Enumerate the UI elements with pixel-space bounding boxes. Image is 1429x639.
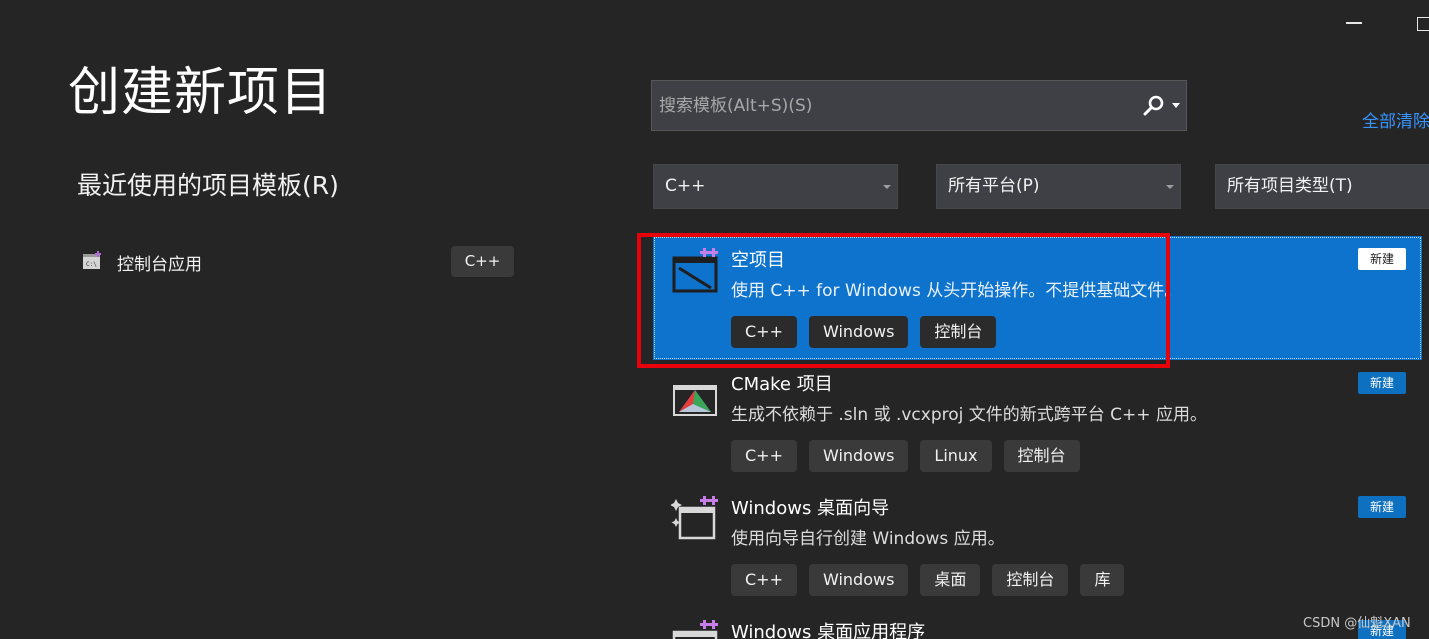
cmake-icon	[671, 370, 719, 418]
recent-templates-heading: 最近使用的项目模板(R)	[77, 171, 339, 200]
project-type-filter-value: 所有项目类型(T)	[1227, 176, 1353, 196]
clear-all-link[interactable]: 全部清除	[1362, 107, 1429, 132]
page-title: 创建新项目	[68, 63, 334, 123]
watermark: CSDN @仙魁XAN	[1303, 616, 1411, 631]
console-app-icon: C:\	[82, 250, 104, 272]
desktop-app-icon	[671, 618, 719, 639]
template-description: 生成不依赖于 .sln 或 .vcxproj 文件的新式跨平台 C++ 应用。	[731, 405, 1207, 425]
search-options-chevron-icon[interactable]	[1172, 103, 1180, 108]
maximize-icon[interactable]	[1417, 17, 1429, 31]
template-tags: C++ Windows 桌面 控制台 库	[731, 564, 1125, 596]
chevron-down-icon	[883, 185, 891, 189]
recent-item-console-app[interactable]: C:\ 控制台应用 C++	[80, 244, 520, 280]
template-tag: C++	[731, 440, 797, 472]
search-icon[interactable]	[1142, 94, 1166, 118]
template-tag: Linux	[920, 440, 992, 472]
template-tag: 控制台	[992, 564, 1069, 596]
template-item-empty-project[interactable]: 空项目 使用 C++ for Windows 从头开始操作。不提供基础文件。 C…	[653, 236, 1422, 360]
template-item-windows-desktop-wizard[interactable]: Windows 桌面向导 使用向导自行创建 Windows 应用。 C++ Wi…	[653, 484, 1422, 608]
template-tag: 控制台	[1003, 440, 1080, 472]
template-title: 空项目	[731, 250, 785, 271]
new-badge: 新建	[1358, 372, 1406, 394]
template-tag: Windows	[808, 440, 909, 472]
search-input[interactable]	[652, 81, 1122, 130]
template-tag: Windows	[808, 316, 909, 348]
platform-filter[interactable]: 所有平台(P)	[936, 164, 1181, 209]
empty-project-icon	[671, 246, 719, 294]
template-tag: Windows	[808, 564, 909, 596]
language-tag: C++	[451, 246, 514, 277]
recent-item-label: 控制台应用	[117, 255, 202, 275]
template-tag: 库	[1080, 564, 1125, 596]
chevron-down-icon	[1166, 185, 1174, 189]
template-title: Windows 桌面应用程序	[731, 622, 926, 639]
search-box[interactable]	[651, 80, 1187, 131]
new-badge: 新建	[1358, 496, 1406, 518]
minimize-icon[interactable]	[1346, 22, 1362, 24]
project-type-filter[interactable]: 所有项目类型(T)	[1215, 164, 1429, 209]
template-tag: 控制台	[920, 316, 997, 348]
template-description: 使用向导自行创建 Windows 应用。	[731, 529, 1005, 549]
template-title: Windows 桌面向导	[731, 498, 890, 519]
template-tag: 桌面	[920, 564, 981, 596]
template-description: 使用 C++ for Windows 从头开始操作。不提供基础文件。	[731, 281, 1182, 301]
language-filter[interactable]: C++	[653, 164, 898, 209]
template-title: CMake 项目	[731, 374, 833, 395]
svg-text:C:\: C:\	[86, 261, 97, 268]
platform-filter-value: 所有平台(P)	[948, 176, 1040, 196]
new-badge: 新建	[1358, 248, 1406, 270]
template-item-cmake-project[interactable]: CMake 项目 生成不依赖于 .sln 或 .vcxproj 文件的新式跨平台…	[653, 360, 1422, 484]
language-filter-value: C++	[665, 176, 706, 196]
desktop-wizard-icon	[670, 494, 719, 542]
template-tag: C++	[731, 564, 797, 596]
template-tags: C++ Windows 控制台	[731, 316, 997, 348]
template-tags: C++ Windows Linux 控制台	[731, 440, 1080, 472]
template-tag: C++	[731, 316, 797, 348]
